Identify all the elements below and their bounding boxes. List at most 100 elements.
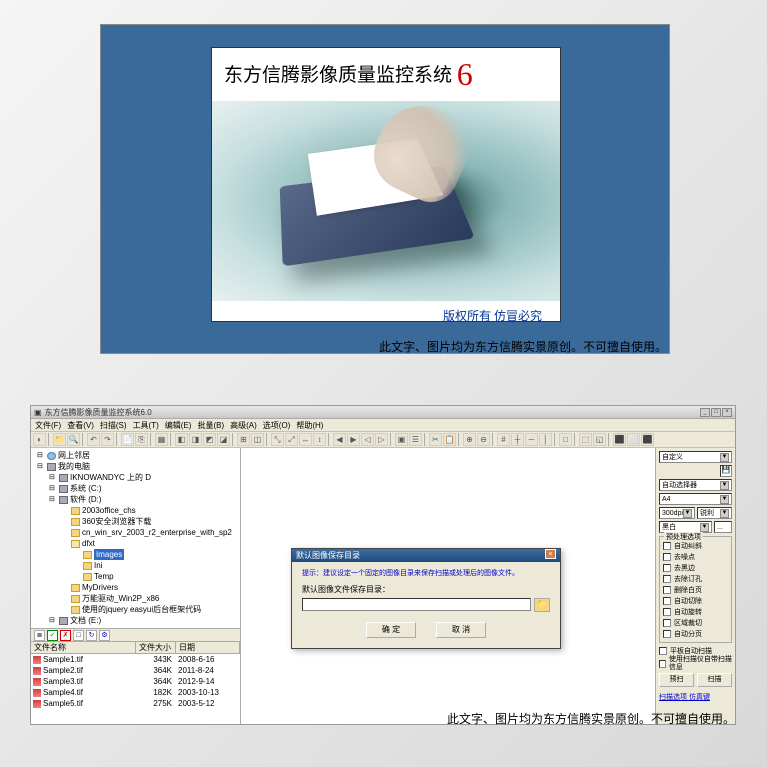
settings-icon[interactable]: ⚙ [99,630,110,641]
tree-node[interactable]: ⊟IKNOWANDYC 上的 D [33,472,238,483]
toolbar-button[interactable]: ↕ [313,433,326,446]
scanner-select[interactable]: 自动选择器▼ [659,479,732,491]
toolbar-button[interactable]: │ [539,433,552,446]
tree-node[interactable]: Ini [33,560,238,571]
toolbar-button[interactable]: ┼ [511,433,524,446]
file-row[interactable]: Sample2.tif364K2011-8-24 [31,665,240,676]
col-date[interactable]: 日期 [176,642,240,653]
tree-node[interactable]: Images [33,549,238,560]
tree-node[interactable]: ⊟系统 (C:) [33,483,238,494]
toolbar-button[interactable]: ⬚ [579,433,592,446]
preprocess-check[interactable]: 删除白页 [663,584,728,595]
toolbar-button[interactable]: ─ [525,433,538,446]
toolbar-button[interactable]: ◱ [593,433,606,446]
menu-item[interactable]: 编辑(E) [165,420,192,431]
refresh-icon[interactable]: ↻ [86,630,97,641]
toolbar-button[interactable]: ▷ [375,433,388,446]
tree-node[interactable]: dfxt [33,538,238,549]
menu-item[interactable]: 高级(A) [230,420,257,431]
toolbar-button[interactable]: □ [559,433,572,446]
add-icon[interactable]: ✓ [47,630,58,641]
preprocess-check[interactable]: 自动切除 [663,595,728,606]
menu-item[interactable]: 批量(B) [197,420,224,431]
toolbar-button[interactable]: ✂ [429,433,442,446]
toolbar-button[interactable]: ▣ [395,433,408,446]
col-filesize[interactable]: 文件大小 [136,642,176,653]
menu-item[interactable]: 文件(F) [35,420,61,431]
tree-node[interactable]: ⊟网上邻居 [33,450,238,461]
dialog-close-button[interactable]: × [545,549,556,559]
save-path-input[interactable] [302,598,531,611]
tree-node[interactable]: ⊟软件 (D:) [33,494,238,505]
toolbar-button[interactable]: 🔍 [67,433,80,446]
menu-item[interactable]: 工具(T) [133,420,159,431]
toolbar-button[interactable]: ▶ [347,433,360,446]
toolbar-button[interactable]: ☰ [409,433,422,446]
file-row[interactable]: Sample3.tif364K2012-9-14 [31,676,240,687]
toolbar-button[interactable]: ⎘ [135,433,148,446]
tree-node[interactable]: ⊟文档 (E:) [33,615,238,626]
file-list[interactable]: Sample1.tif343K2008-6-16Sample2.tif364K2… [31,654,240,724]
menu-item[interactable]: 选项(O) [263,420,291,431]
toolbar-button[interactable]: ▦ [155,433,168,446]
dpi-select[interactable]: 300dpi▼ [659,507,695,519]
toolbar-button[interactable]: ◫ [251,433,264,446]
tree-node[interactable]: 360安全浏览器下载 [33,516,238,527]
scan-options-link[interactable]: 扫描选项 仿真键 [659,692,732,702]
box-icon[interactable]: □ [73,630,84,641]
more-button[interactable]: ... [714,521,732,533]
preprocess-check[interactable]: 自动分页 [663,628,728,639]
file-row[interactable]: Sample4.tif182K2003-10-13 [31,687,240,698]
toolbar-button[interactable]: # [497,433,510,446]
toolbar-button[interactable]: ◧ [175,433,188,446]
file-row[interactable]: Sample1.tif343K2008-6-16 [31,654,240,665]
file-row[interactable]: Sample5.tif275K2003-5-12 [31,698,240,709]
toolbar-button[interactable]: ◨ [189,433,202,446]
toolbar-button[interactable]: ◪ [217,433,230,446]
tree-node[interactable]: ⊟我的电脑 [33,461,238,472]
toolbar-button[interactable]: ⬜ [627,433,640,446]
toolbar-button[interactable]: 📁 [53,433,66,446]
browse-button[interactable]: 📁 [534,598,550,612]
toolbar-button[interactable]: ◀ [333,433,346,446]
tree-node[interactable]: cn_win_srv_2003_r2_enterprise_with_sp2 [33,527,238,538]
preprocess-check[interactable]: 去噪点 [663,551,728,562]
menu-item[interactable]: 查看(V) [67,420,94,431]
preprocess-check[interactable]: 去除订孔 [663,573,728,584]
toolbar-button[interactable]: ◁ [361,433,374,446]
cancel-button[interactable]: 取 消 [436,622,486,638]
scan-icon[interactable]: ≣ [34,630,45,641]
ok-button[interactable]: 确 定 [366,622,416,638]
preset-select[interactable]: 自定义▼ [659,451,732,463]
toolbar-button[interactable]: ⊖ [477,433,490,446]
toolbar-button[interactable]: ↔ [299,433,312,446]
tree-node[interactable]: 2003office_chs [33,505,238,516]
toolbar-button[interactable]: ↷ [101,433,114,446]
native-info-check[interactable]: 使用扫描仪自带扫描信息 [659,658,732,669]
folder-tree[interactable]: ⊟网上邻居⊟我的电脑⊟IKNOWANDYC 上的 D⊟系统 (C:)⊟软件 (D… [31,448,240,628]
save-preset-icon[interactable]: 💾 [720,465,732,477]
col-filename[interactable]: 文件名称 [31,642,136,653]
toolbar-button[interactable]: ◩ [203,433,216,446]
preview-scan-button[interactable]: 预扫 [659,673,694,687]
delete-icon[interactable]: ✗ [60,630,71,641]
toolbar-button[interactable]: ⬛ [641,433,654,446]
preprocess-check[interactable]: 自动旋转 [663,606,728,617]
flatbed-check[interactable]: 平板自动扫描 [659,645,732,656]
preprocess-check[interactable]: 区域裁切 [663,617,728,628]
toolbar-button[interactable]: ⊕ [463,433,476,446]
toolbar-button[interactable]: ⬛ [613,433,626,446]
toolbar-button[interactable]: 📄 [121,433,134,446]
minimize-button[interactable]: _ [700,408,710,417]
tree-node[interactable]: MyDrivers [33,582,238,593]
menu-item[interactable]: 扫描(S) [100,420,127,431]
sharp-select[interactable]: 锐利▼ [697,507,732,519]
tree-node[interactable]: Temp [33,571,238,582]
paper-select[interactable]: A4▼ [659,493,732,505]
maximize-button[interactable]: □ [711,408,721,417]
tree-node[interactable]: 万能驱动_Win2P_x86 [33,593,238,604]
scan-button[interactable]: 扫描 [697,673,732,687]
toolbar-button[interactable]: ↶ [87,433,100,446]
tree-node[interactable]: 使用的jquery easyui后台框架代码 [33,604,238,615]
toolbar-button[interactable]: ⤢ [285,433,298,446]
